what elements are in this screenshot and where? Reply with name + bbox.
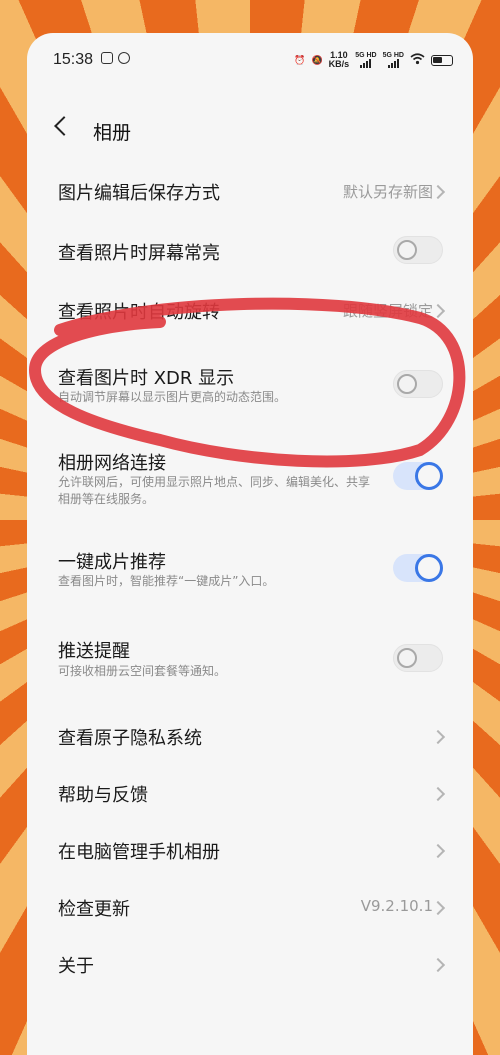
setting-title: 图片编辑后保存方式 [58,183,220,204]
toggle-knob [397,240,417,260]
setting-title: 查看照片时自动旋转 [58,302,220,323]
toggle-knob [415,554,443,582]
setting-title: 帮助与反馈 [58,785,148,806]
page-header: 相册 [27,111,473,151]
setting-row-help[interactable]: 帮助与反馈 [27,775,473,815]
toggle-knob [415,462,443,490]
sim1-signal: 5G HD [355,52,377,68]
status-indicators: ⏰ 🔕 1.10 KB/s 5G HD 5G HD [294,51,453,69]
setting-row-pc-manage[interactable]: 在电脑管理手机相册 [27,832,473,872]
toggle-knob [397,374,417,394]
back-arrow-icon[interactable] [54,116,74,136]
chevron-right-icon [430,900,446,916]
setting-row-xdr[interactable]: 查看图片时 XDR 显示 自动调节屏幕以显示图片更高的动态范围。 [27,358,473,418]
network-speed-unit: KB/s [328,59,350,69]
network-speed: 1.10 KB/s [329,51,350,69]
setting-title: 检查更新 [58,899,130,920]
notification-icons [101,52,130,64]
setting-subtitle: 允许联网后，可使用显示照片地点、同步、编辑美化、共享相册等在线服务。 [58,475,371,506]
chevron-right-icon [430,786,446,802]
mute-icon: 🔕 [311,54,323,65]
toggle-switch[interactable] [393,236,443,264]
setting-title: 在电脑管理手机相册 [58,842,220,863]
setting-title: 推送提醒 [58,641,130,662]
setting-row-save-method[interactable]: 图片编辑后保存方式 默认另存新图 [27,173,473,213]
toggle-switch[interactable] [393,370,443,398]
setting-row-push[interactable]: 推送提醒 可接收相册云空间套餐等通知。 [27,631,473,691]
sim2-label: 5G HD [382,52,404,59]
setting-value: 跟随竖屏锁定 [342,302,433,320]
chevron-right-icon [430,303,446,319]
setting-row-one-click[interactable]: 一键成片推荐 查看图片时，智能推荐“一键成片”入口。 [27,541,473,601]
setting-row-auto-rotate[interactable]: 查看照片时自动旋转 跟随竖屏锁定 [27,291,473,331]
setting-row-about[interactable]: 关于 [27,946,473,986]
setting-value: 默认另存新图 [342,183,433,201]
chevron-right-icon [430,184,446,200]
setting-row-screen-on[interactable]: 查看照片时屏幕常亮 [27,230,473,270]
setting-row-network[interactable]: 相册网络连接 允许联网后，可使用显示照片地点、同步、编辑美化、共享相册等在线服务… [27,441,473,521]
setting-title: 查看原子隐私系统 [58,728,202,749]
sim1-label: 5G HD [355,52,377,59]
battery-icon [431,54,453,66]
setting-subtitle: 查看图片时，智能推荐“一键成片”入口。 [58,574,275,588]
setting-title: 查看图片时 XDR 显示 [58,368,235,389]
signal-bars-icon [387,59,399,68]
signal-bars-icon [360,59,372,68]
wechat-icon [118,52,130,64]
app-notification-icon [101,52,113,64]
setting-title: 查看照片时屏幕常亮 [58,243,220,264]
status-time: 15:38 [53,51,94,68]
setting-row-update[interactable]: 检查更新 V9.2.10.1 [27,889,473,929]
alarm-icon: ⏰ [294,54,306,65]
status-bar: 15:38 ⏰ 🔕 1.10 KB/s 5G HD 5G HD [27,33,473,89]
toggle-switch[interactable] [393,462,443,490]
chevron-right-icon [430,957,446,973]
toggle-switch[interactable] [393,644,443,672]
setting-title: 关于 [58,956,94,977]
sim2-signal: 5G HD [383,52,404,68]
page-title: 相册 [93,122,132,144]
toggle-switch[interactable] [393,554,443,582]
setting-title: 一键成片推荐 [58,552,166,573]
phone-screen: 15:38 ⏰ 🔕 1.10 KB/s 5G HD 5G HD 相册 图片编辑后… [27,33,473,1055]
setting-title: 相册网络连接 [58,453,166,474]
setting-subtitle: 自动调节屏幕以显示图片更高的动态范围。 [58,390,287,404]
toggle-knob [397,648,417,668]
setting-subtitle: 可接收相册云空间套餐等通知。 [58,664,227,678]
chevron-right-icon [430,843,446,859]
version-value: V9.2.10.1 [360,897,433,915]
chevron-right-icon [430,729,446,745]
wifi-icon [410,53,425,67]
setting-row-privacy[interactable]: 查看原子隐私系统 [27,718,473,758]
